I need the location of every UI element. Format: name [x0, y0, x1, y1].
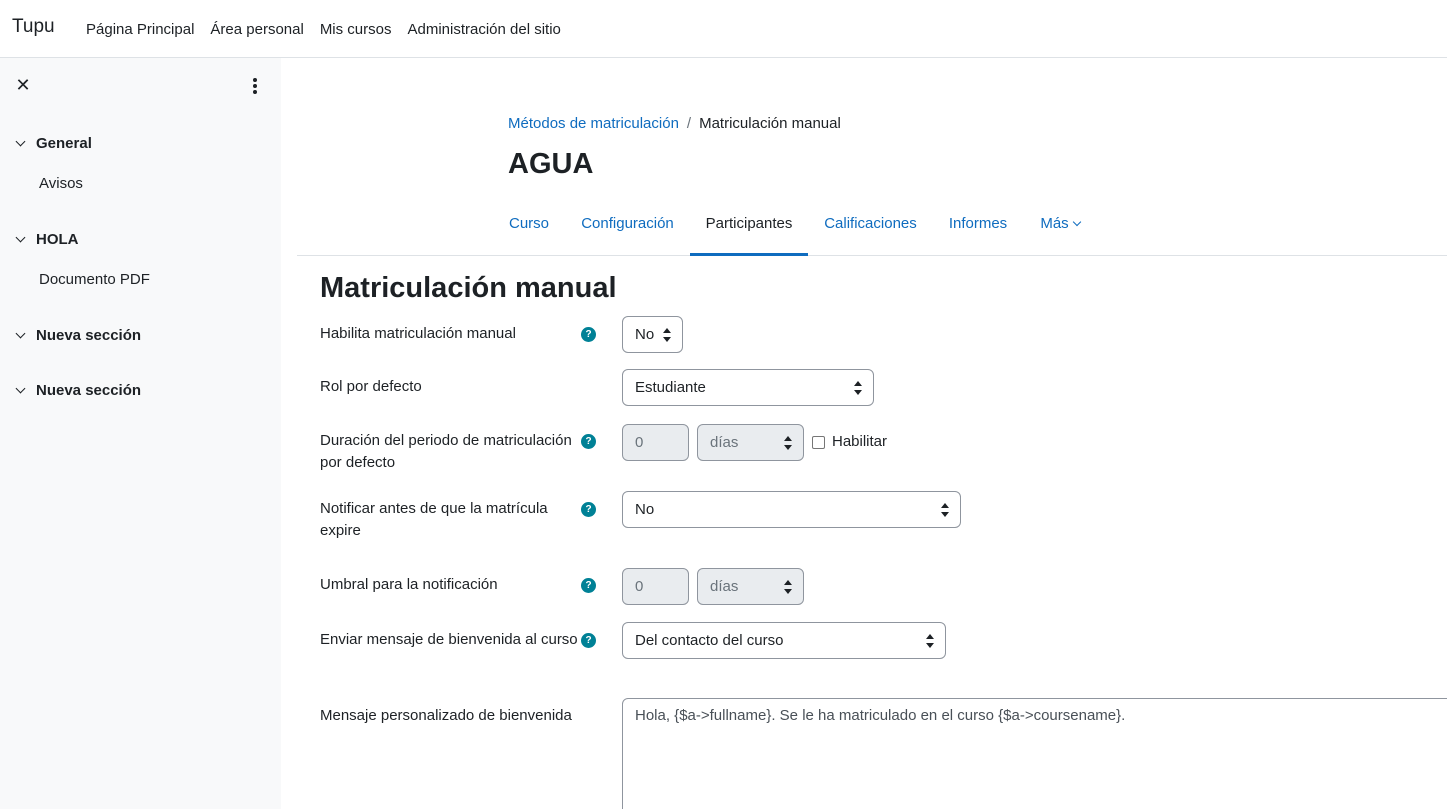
- expiry-threshold-unit-select[interactable]: días: [697, 568, 804, 605]
- enrolment-duration-enable-checkbox[interactable]: [812, 436, 825, 449]
- course-title: AGUA: [508, 148, 594, 180]
- nav-link-my-courses[interactable]: Mis cursos: [312, 21, 400, 38]
- expiry-notify-label: Notificar antes de que la matrícula expi…: [320, 500, 548, 539]
- enable-manual-label: Habilita matriculación manual: [320, 325, 516, 342]
- activity-link-documento-pdf[interactable]: Documento PDF: [39, 271, 150, 288]
- nav-link-site-admin[interactable]: Administración del sitio: [400, 21, 569, 38]
- expiry-threshold-label: Umbral para la notificación: [320, 576, 498, 593]
- course-index-drawer: ✕ General Avisos HOLA Documento PDF Nuev…: [0, 58, 281, 809]
- chevron-down-icon: [15, 383, 26, 394]
- nav-link-dashboard[interactable]: Área personal: [202, 21, 311, 38]
- help-icon[interactable]: ?: [581, 502, 596, 517]
- expiry-threshold-unit-value: días: [710, 578, 739, 595]
- help-icon[interactable]: ?: [581, 327, 596, 342]
- help-icon[interactable]: ?: [581, 434, 596, 449]
- welcome-message-value: Del contacto del curso: [635, 632, 784, 649]
- secondary-navigation: Curso Configuración Participantes Califi…: [297, 196, 1447, 256]
- section-title: Nueva sección: [36, 327, 142, 344]
- chevron-down-icon: [15, 232, 26, 243]
- enable-manual-value: No: [635, 326, 655, 343]
- select-arrows-icon: [854, 381, 863, 395]
- tab-mas-label: Más: [1040, 215, 1069, 232]
- tab-informes[interactable]: Informes: [933, 196, 1023, 256]
- welcome-message-select[interactable]: Del contacto del curso: [622, 622, 946, 659]
- select-arrows-icon: [784, 580, 793, 594]
- section-title: HOLA: [36, 231, 79, 248]
- breadcrumb: Métodos de matriculación / Matriculación…: [508, 115, 841, 132]
- site-brand[interactable]: Tupu: [12, 16, 55, 38]
- breadcrumb-link-enrolment-methods[interactable]: Métodos de matriculación: [508, 115, 679, 132]
- section-toggle-nueva-seccion-1[interactable]: Nueva sección: [14, 327, 141, 344]
- help-icon[interactable]: ?: [581, 578, 596, 593]
- enrolment-duration-unit-value: días: [710, 434, 739, 451]
- section-title: Nueva sección: [36, 382, 142, 399]
- expiry-notify-value: No: [635, 501, 655, 518]
- top-navbar: Tupu Página Principal Área personal Mis …: [0, 0, 1447, 58]
- welcome-message-label: Enviar mensaje de bienvenida al curso: [320, 631, 578, 648]
- enrolment-duration-enable-label[interactable]: Habilitar: [832, 433, 887, 450]
- chevron-down-icon: [1072, 217, 1081, 227]
- select-arrows-icon: [663, 328, 672, 342]
- help-icon[interactable]: ?: [581, 633, 596, 648]
- enrolment-duration-unit-select[interactable]: días: [697, 424, 804, 461]
- enrolment-duration-number[interactable]: 0: [622, 424, 689, 461]
- breadcrumb-current: Matriculación manual: [699, 115, 841, 132]
- tab-mas[interactable]: Más: [1023, 196, 1097, 256]
- default-role-value: Estudiante: [635, 379, 706, 396]
- custom-welcome-textarea[interactable]: Hola, {$a->fullname}. Se le ha matricula…: [622, 698, 1447, 809]
- tab-participantes[interactable]: Participantes: [690, 196, 808, 256]
- tab-configuracion[interactable]: Configuración: [565, 196, 690, 256]
- enrolment-duration-label: Duración del periodo de matriculación po…: [320, 432, 572, 471]
- nav-link-home[interactable]: Página Principal: [78, 21, 202, 38]
- chevron-down-icon: [15, 136, 26, 147]
- section-toggle-nueva-seccion-2[interactable]: Nueva sección: [14, 382, 141, 399]
- expiry-threshold-number[interactable]: 0: [622, 568, 689, 605]
- enable-manual-select[interactable]: No: [622, 316, 683, 353]
- section-title: General: [36, 135, 92, 152]
- primary-navigation: Página Principal Área personal Mis curso…: [78, 0, 569, 58]
- tab-calificaciones[interactable]: Calificaciones: [808, 196, 933, 256]
- select-arrows-icon: [784, 436, 793, 450]
- page-heading: Matriculación manual: [320, 272, 617, 304]
- breadcrumb-separator: /: [686, 115, 692, 132]
- default-role-label: Rol por defecto: [320, 378, 422, 395]
- close-icon[interactable]: ✕: [14, 76, 32, 94]
- custom-welcome-label: Mensaje personalizado de bienvenida: [320, 707, 572, 724]
- kebab-menu-icon[interactable]: [246, 76, 264, 96]
- default-role-select[interactable]: Estudiante: [622, 369, 874, 406]
- select-arrows-icon: [926, 634, 935, 648]
- chevron-down-icon: [15, 328, 26, 339]
- section-toggle-hola[interactable]: HOLA: [14, 231, 79, 248]
- tab-curso[interactable]: Curso: [493, 196, 565, 256]
- select-arrows-icon: [941, 503, 950, 517]
- activity-link-avisos[interactable]: Avisos: [39, 175, 83, 192]
- section-toggle-general[interactable]: General: [14, 135, 92, 152]
- expiry-notify-select[interactable]: No: [622, 491, 961, 528]
